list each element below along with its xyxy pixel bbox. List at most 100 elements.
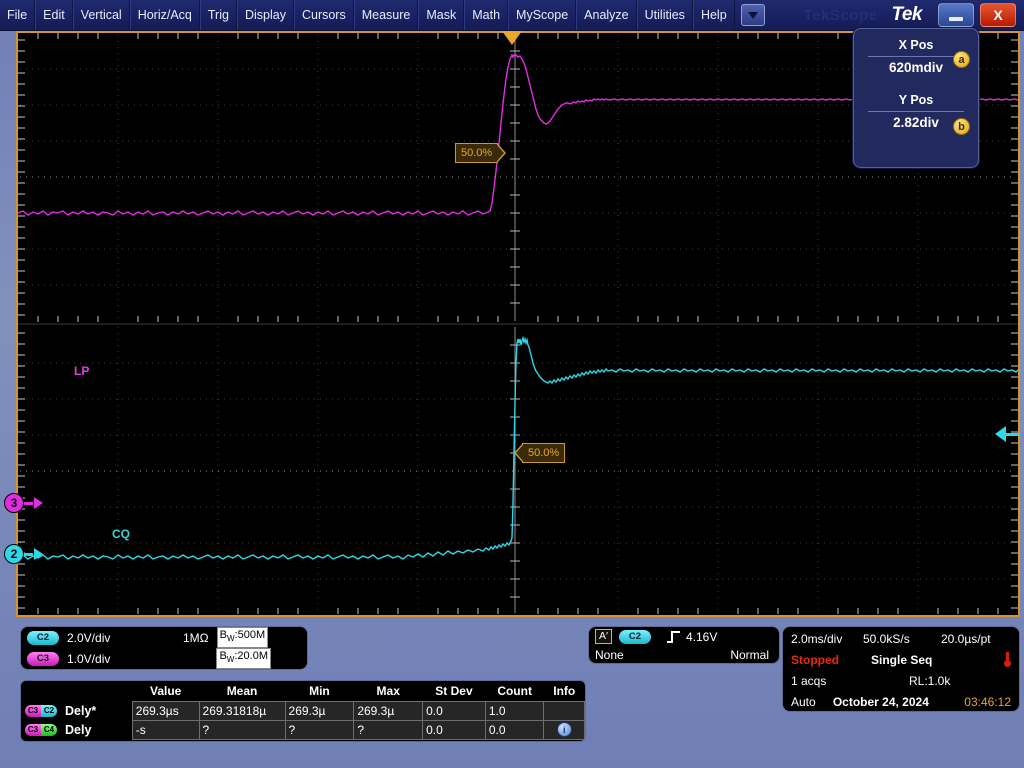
- badge-source-b-row2: C4: [41, 724, 57, 736]
- measurement-row1-mean[interactable]: 269.31818µ: [199, 701, 285, 720]
- trigger-settings-panel[interactable]: A′ C2 4.16V None Normal: [588, 626, 780, 664]
- table-row[interactable]: C3 C4 Dely -s ? ? ? 0.0 0.0 i: [21, 720, 585, 739]
- close-button[interactable]: X: [980, 3, 1016, 27]
- measurement-row2-stdev[interactable]: 0.0: [423, 720, 486, 739]
- measurement-row2-max[interactable]: ?: [354, 720, 423, 739]
- ref-level-marker-lower[interactable]: 50.0%: [522, 443, 565, 463]
- trigger-row-primary[interactable]: A′ C2 4.16V: [589, 627, 779, 646]
- menu-item-utilities[interactable]: Utilities: [637, 0, 693, 30]
- measurement-row2-mean[interactable]: ?: [199, 720, 285, 739]
- channel-indicator-ch2[interactable]: 2: [4, 544, 43, 564]
- chevron-down-glyph: [748, 12, 758, 19]
- menu-item-myscope[interactable]: MyScope: [508, 0, 576, 30]
- acquisition-status-panel[interactable]: 2.0ms/div 50.0kS/s 20.0µs/pt Stopped Sin…: [782, 626, 1020, 712]
- menu-item-mask[interactable]: Mask: [418, 0, 464, 30]
- channel-ch3-bandwidth[interactable]: BW:20.0M: [216, 648, 271, 668]
- menu-item-help[interactable]: Help: [693, 0, 735, 30]
- knob-a-badge[interactable]: a: [953, 51, 970, 68]
- table-row[interactable]: C3 C2 Dely* 269.3µs 269.31818µ 269.3µ 26…: [21, 701, 585, 720]
- channel-indicator-ch3-label: 3: [4, 493, 24, 513]
- channel-ch2-impedance[interactable]: 1MΩ: [183, 631, 209, 645]
- menu-item-math[interactable]: Math: [464, 0, 508, 30]
- trigger-source-letter[interactable]: A′: [595, 629, 612, 644]
- y-pos-divider: [868, 111, 964, 112]
- trigger-row-secondary[interactable]: None Normal: [589, 646, 779, 663]
- channel-settings-panel[interactable]: C2 2.0V/div 1MΩ BW:500M C3 1.0V/div BW:2…: [20, 626, 308, 670]
- position-readout-box[interactable]: X Pos 620mdiv Y Pos 2.82div a b: [853, 28, 979, 168]
- channel-row-ch2[interactable]: C2 2.0V/div 1MΩ BW:500M: [21, 627, 307, 648]
- menu-item-trig[interactable]: Trig: [200, 0, 237, 30]
- measurement-col-name: [21, 681, 132, 701]
- trigger-level-value[interactable]: 4.16V: [686, 630, 717, 644]
- measurement-table-panel[interactable]: Value Mean Min Max St Dev Count Info C3: [20, 680, 586, 742]
- measurement-row1-stdev[interactable]: 0.0: [423, 701, 486, 720]
- channel-badge-c2[interactable]: C2: [27, 631, 59, 645]
- badge-source-b-row1: C2: [41, 705, 57, 717]
- menu-item-cursors[interactable]: Cursors: [294, 0, 354, 30]
- measurement-row1-min[interactable]: 269.3µ: [285, 701, 354, 720]
- measurement-row2-value[interactable]: -s: [132, 720, 199, 739]
- trigger-level-arrow-head-icon: [995, 426, 1006, 442]
- menu-item-edit[interactable]: Edit: [35, 0, 73, 30]
- measurement-row2-info[interactable]: i: [544, 720, 585, 739]
- measurement-row1-info[interactable]: [544, 701, 585, 720]
- waveform-label-lp: LP: [74, 364, 89, 378]
- measurement-row2-count[interactable]: 0.0: [485, 720, 544, 739]
- measurement-row2-min[interactable]: ?: [285, 720, 354, 739]
- menu-item-measure[interactable]: Measure: [354, 0, 419, 30]
- status-trig-mode[interactable]: Auto: [791, 695, 833, 709]
- channel-ch2-bandwidth[interactable]: BW:500M: [217, 627, 268, 647]
- status-timebase[interactable]: 2.0ms/div: [791, 632, 863, 646]
- measurement-col-info: Info: [544, 681, 585, 701]
- measurement-row1-name[interactable]: C3 C2 Dely*: [21, 701, 132, 720]
- status-acq-mode[interactable]: Single Seq: [871, 653, 932, 667]
- measurement-row1-count[interactable]: 1.0: [485, 701, 544, 720]
- channel-badge-c3[interactable]: C3: [27, 652, 59, 666]
- trigger-coupling[interactable]: None: [595, 648, 624, 662]
- channel-ch3-vdiv[interactable]: 1.0V/div: [67, 652, 139, 666]
- ch2-arrow-head-icon: [34, 548, 43, 560]
- trigger-channel-badge[interactable]: C2: [619, 630, 651, 644]
- ref-level-marker-upper[interactable]: 50.0%: [455, 143, 498, 163]
- app-watermark: TekScope: [804, 7, 878, 24]
- trigger-mode[interactable]: Normal: [730, 648, 769, 662]
- status-sample-rate[interactable]: 50.0kS/s: [863, 632, 941, 646]
- ch3-arrow-stem: [24, 502, 33, 505]
- trigger-position-marker[interactable]: [502, 31, 522, 45]
- channel-row-ch3[interactable]: C3 1.0V/div BW:20.0M: [21, 648, 307, 669]
- status-row-timebase: 2.0ms/div 50.0kS/s 20.0µs/pt: [783, 627, 1019, 648]
- info-icon[interactable]: i: [557, 722, 572, 737]
- menu-item-horiz-acq[interactable]: Horiz/Acq: [130, 0, 200, 30]
- measurement-col-mean: Mean: [199, 681, 285, 701]
- channel-indicator-ch3[interactable]: 3: [4, 493, 43, 513]
- measurement-row2-label: Dely: [65, 723, 91, 737]
- measurement-row1-value[interactable]: 269.3µs: [132, 701, 199, 720]
- menu-item-file[interactable]: File: [0, 0, 35, 30]
- status-record-length[interactable]: RL:1.0k: [909, 674, 950, 688]
- minimize-button[interactable]: [938, 3, 974, 27]
- status-acqs: 1 acqs: [791, 674, 909, 688]
- trigger-level-arrow[interactable]: [995, 426, 1020, 442]
- menu-bar: File Edit Vertical Horiz/Acq Trig Displa…: [0, 0, 1024, 31]
- menu-item-vertical[interactable]: Vertical: [73, 0, 130, 30]
- knob-b-badge[interactable]: b: [953, 118, 970, 135]
- chevron-down-icon[interactable]: [741, 4, 765, 26]
- measurement-header-row: Value Mean Min Max St Dev Count Info: [21, 681, 585, 701]
- measurement-table: Value Mean Min Max St Dev Count Info C3: [21, 681, 585, 740]
- channel-ch2-vdiv[interactable]: 2.0V/div: [67, 631, 139, 645]
- measurement-row2-badges: C3 C4: [24, 723, 58, 737]
- menu-item-display[interactable]: Display: [237, 0, 294, 30]
- badge-source-a-row2: C3: [25, 724, 41, 736]
- menu-item-analyze[interactable]: Analyze: [576, 0, 636, 30]
- measurement-row1-max[interactable]: 269.3µ: [354, 701, 423, 720]
- bw-prefix-ch2: B: [220, 629, 227, 641]
- marker-arrow-right-icon: [497, 143, 506, 163]
- trigger-level-arrow-stem: [1006, 433, 1020, 436]
- tek-logo: Tek: [891, 4, 922, 26]
- status-row-run-state: Stopped Single Seq: [783, 648, 1019, 669]
- status-resolution[interactable]: 20.0µs/pt: [941, 632, 991, 646]
- ch2-arrow-stem: [24, 553, 33, 556]
- measurement-row2-name[interactable]: C3 C4 Dely: [21, 720, 132, 739]
- measurement-row1-name-wrap: C3 C2 Dely*: [24, 704, 129, 718]
- measurement-row2-name-wrap: C3 C4 Dely: [24, 723, 129, 737]
